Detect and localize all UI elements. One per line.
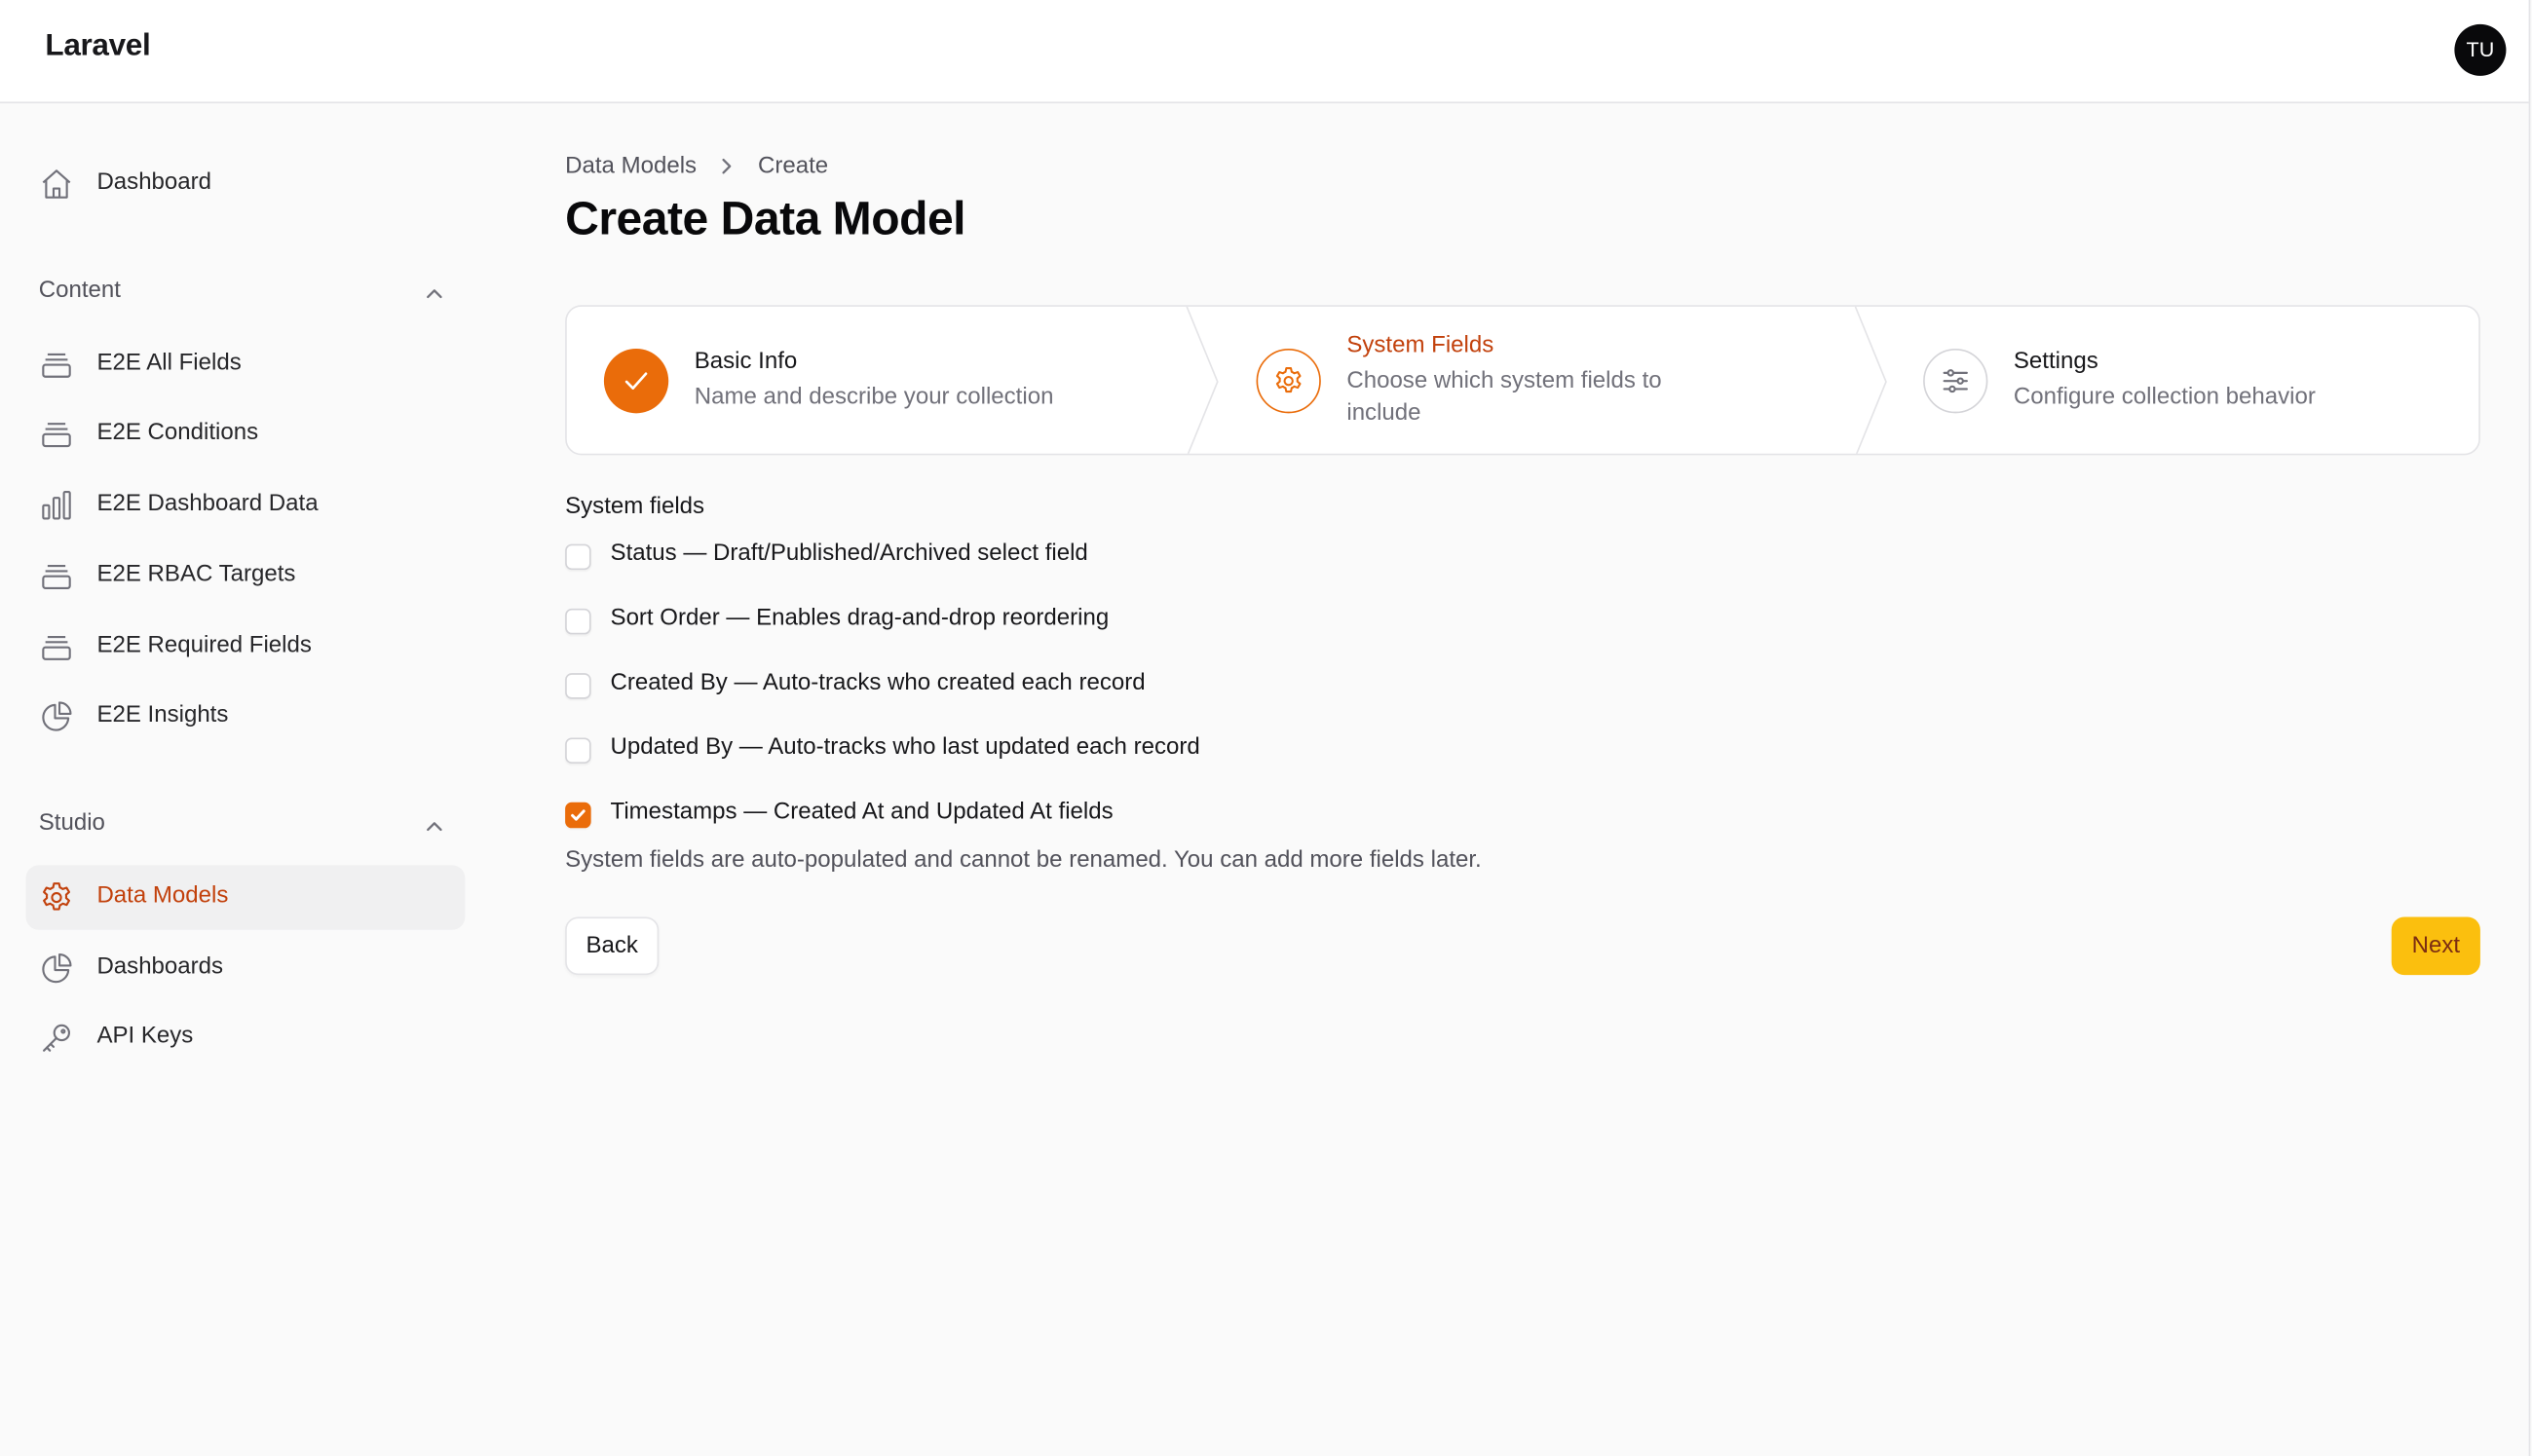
- sort-order-checkbox[interactable]: [565, 608, 591, 635]
- system-fields-helper-text: System fields are auto-populated and can…: [565, 847, 1482, 874]
- gear-icon: [39, 879, 74, 915]
- stack-icon: [39, 347, 74, 382]
- check-icon: [603, 349, 669, 414]
- bar-chart-icon: [39, 488, 74, 523]
- breadcrumb-link-data-models[interactable]: Data Models: [565, 153, 697, 179]
- step-title: System Fields: [1346, 332, 1494, 358]
- section-studio-header[interactable]: Studio: [39, 810, 452, 842]
- stack-icon: [39, 417, 74, 452]
- created-by-checkbox[interactable]: [565, 673, 591, 699]
- step-description: Configure collection behavior: [2013, 384, 2316, 411]
- section-content-header[interactable]: Content: [39, 278, 452, 310]
- back-button[interactable]: Back: [565, 916, 660, 976]
- top-bar: Laravel TU: [0, 0, 2529, 104]
- gear-icon: [1256, 349, 1321, 414]
- sidebar-item-e2e-all-fields[interactable]: E2E All Fields: [26, 332, 466, 396]
- sidebar-item-label: E2E Conditions: [96, 419, 259, 446]
- sidebar-item-label: E2E Required Fields: [96, 632, 312, 659]
- chevron-up-icon[interactable]: [423, 815, 445, 838]
- scrollbar-edge: [2528, 0, 2531, 1456]
- step-divider: [1186, 306, 1219, 454]
- sidebar-item-label: Dashboard: [96, 169, 212, 196]
- chevron-up-icon[interactable]: [423, 282, 445, 305]
- step-description: Choose which system fields to include: [1346, 367, 1662, 427]
- sidebar-item-label: Dashboards: [96, 953, 224, 981]
- key-icon: [39, 1021, 74, 1056]
- check-icon: [571, 809, 586, 821]
- updated-by-checkbox[interactable]: [565, 737, 591, 764]
- home-icon: [39, 167, 74, 202]
- breadcrumb-current: Create: [758, 153, 829, 179]
- chevron-right-icon: [716, 155, 738, 177]
- sidebar-item-e2e-dashboard-data[interactable]: E2E Dashboard Data: [26, 473, 466, 538]
- stack-icon: [39, 558, 74, 593]
- checkbox-label[interactable]: Updated By — Auto-tracks who last update…: [611, 734, 1200, 761]
- status-checkbox[interactable]: [565, 543, 591, 571]
- sidebar-item-e2e-required-fields[interactable]: E2E Required Fields: [26, 616, 466, 680]
- sidebar-item-e2e-conditions[interactable]: E2E Conditions: [26, 402, 466, 467]
- sidebar-item-e2e-rbac-targets[interactable]: E2E RBAC Targets: [26, 544, 466, 609]
- progress-stepper: Basic Info Name and describe your collec…: [565, 305, 2480, 456]
- pie-chart-icon: [39, 951, 74, 986]
- step-description: Name and describe your collection: [694, 384, 1054, 411]
- breadcrumb: Data Models Create: [565, 153, 828, 179]
- pie-chart-icon: [39, 699, 74, 734]
- sidebar-item-e2e-insights[interactable]: E2E Insights: [26, 685, 466, 749]
- system-fields-heading: System fields: [565, 494, 705, 520]
- page-title: Create Data Model: [565, 193, 966, 245]
- brand-logo[interactable]: Laravel: [45, 29, 150, 64]
- sidebar-item-label: E2E RBAC Targets: [96, 561, 296, 588]
- sidebar-item-label: Data Models: [96, 882, 229, 910]
- sidebar-item-label: API Keys: [96, 1023, 194, 1050]
- stack-icon: [39, 629, 74, 664]
- next-button[interactable]: Next: [2391, 916, 2480, 976]
- checkbox-label[interactable]: Created By — Auto-tracks who created eac…: [611, 670, 1146, 696]
- step-title: Basic Info: [694, 349, 798, 375]
- step-divider: [1854, 306, 1887, 454]
- checkbox-label[interactable]: Sort Order — Enables drag-and-drop reord…: [611, 606, 1110, 632]
- sidebar-item-api-keys[interactable]: API Keys: [26, 1006, 466, 1070]
- checkbox-label[interactable]: Status — Draft/Published/Archived select…: [611, 541, 1088, 567]
- user-avatar[interactable]: TU: [2454, 23, 2507, 76]
- timestamps-checkbox[interactable]: [565, 802, 591, 829]
- step-title: Settings: [2013, 349, 2098, 375]
- sidebar-item-dashboard[interactable]: Dashboard: [26, 152, 466, 216]
- checkbox-label[interactable]: Timestamps — Created At and Updated At f…: [611, 799, 1114, 825]
- section-title: Content: [38, 278, 121, 304]
- sidebar-item-label: E2E All Fields: [96, 350, 242, 377]
- sidebar-item-data-models[interactable]: Data Models: [25, 865, 466, 930]
- app-root: Laravel TU Dashboard Content E2E All Fie…: [0, 0, 2532, 1456]
- section-title: Studio: [38, 810, 105, 837]
- sidebar-item-dashboards[interactable]: Dashboards: [26, 936, 466, 1000]
- sidebar-item-label: E2E Dashboard Data: [96, 490, 319, 517]
- sliders-icon: [1923, 349, 1988, 414]
- sidebar-item-label: E2E Insights: [96, 702, 229, 728]
